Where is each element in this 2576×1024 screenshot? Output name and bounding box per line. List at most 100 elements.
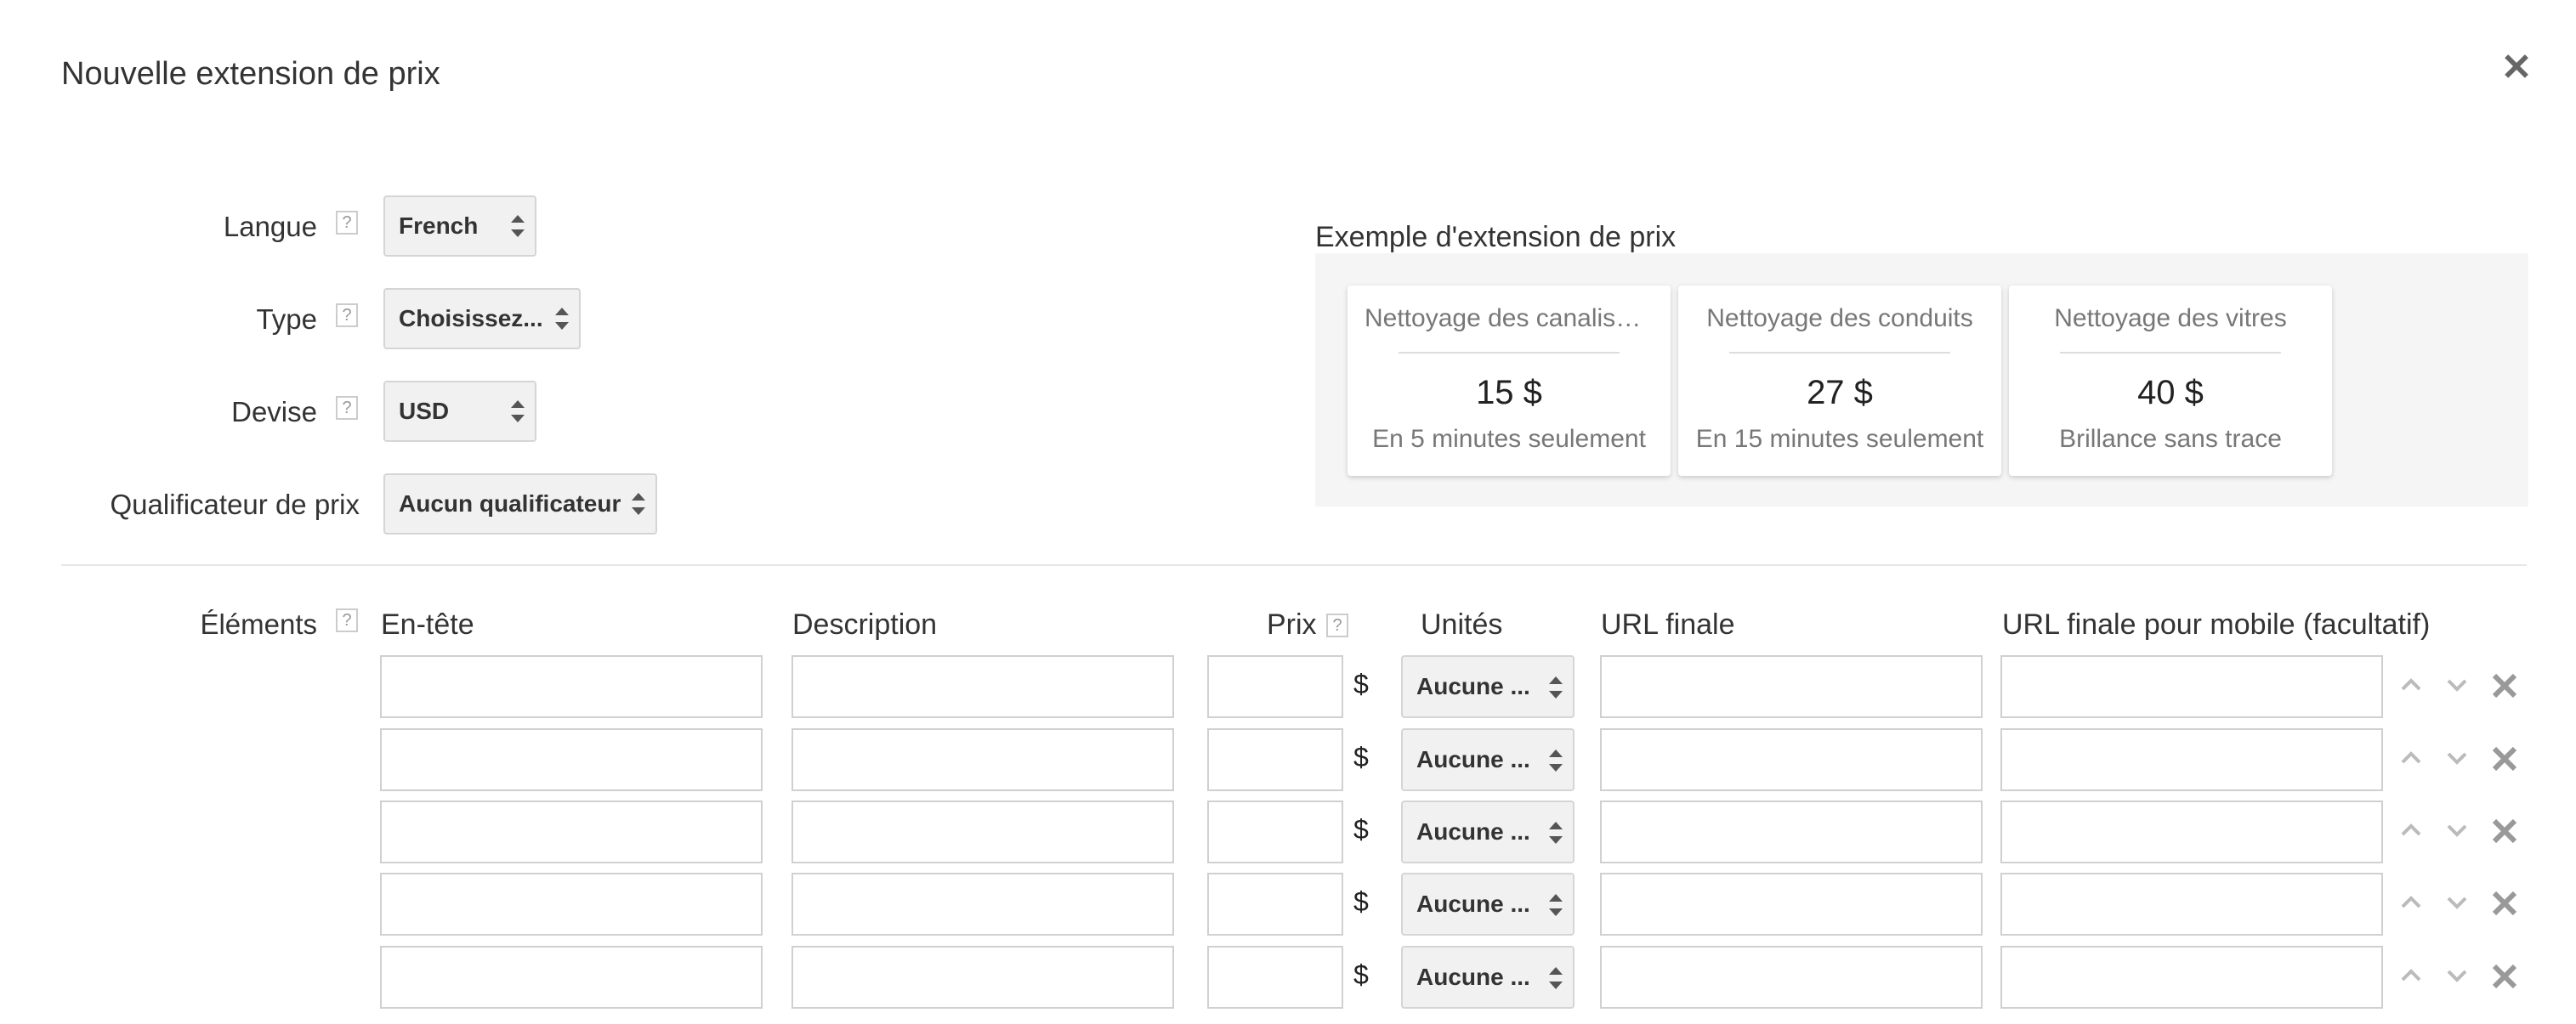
column-header-units: Unités bbox=[1421, 608, 1503, 641]
remove-icon[interactable] bbox=[2489, 958, 2520, 995]
type-select-value: Choisissez... bbox=[399, 305, 543, 331]
sort-arrows-icon bbox=[1549, 822, 1563, 844]
language-select-value: French bbox=[399, 212, 479, 239]
preview-card-price: 27 $ bbox=[1807, 374, 1873, 411]
chevron-down-icon[interactable] bbox=[2442, 667, 2472, 704]
units-select[interactable]: Aucune ... bbox=[1401, 655, 1575, 718]
header-input[interactable] bbox=[380, 655, 763, 718]
chevron-up-icon[interactable] bbox=[2396, 958, 2426, 995]
preview-card: Nettoyage des canalisations 15 $ En 5 mi… bbox=[1348, 286, 1671, 476]
units-select-value: Aucune ... bbox=[1416, 891, 1530, 917]
chevron-up-icon[interactable] bbox=[2396, 740, 2426, 778]
units-select[interactable]: Aucune ... bbox=[1401, 873, 1575, 936]
currency-select[interactable]: USD bbox=[383, 381, 536, 442]
header-input[interactable] bbox=[380, 873, 763, 936]
price-input[interactable] bbox=[1207, 873, 1343, 936]
description-input[interactable] bbox=[792, 946, 1174, 1009]
chevron-up-icon[interactable] bbox=[2396, 885, 2426, 922]
currency-select-value: USD bbox=[399, 398, 450, 424]
divider bbox=[2060, 352, 2281, 354]
price-input[interactable] bbox=[1207, 655, 1343, 718]
units-select[interactable]: Aucune ... bbox=[1401, 946, 1575, 1009]
table-row: $ Aucune ... bbox=[0, 873, 2576, 936]
mobile-url-input[interactable] bbox=[2000, 873, 2383, 936]
divider bbox=[1399, 352, 1620, 354]
language-row: Langue ? bbox=[0, 195, 383, 257]
currency-symbol: $ bbox=[1353, 814, 1369, 845]
divider bbox=[1729, 352, 1950, 354]
preview-title: Exemple d'extension de prix bbox=[1315, 221, 1677, 253]
chevron-up-icon[interactable] bbox=[2396, 667, 2426, 704]
table-row: $ Aucune ... bbox=[0, 946, 2576, 1009]
mobile-url-input[interactable] bbox=[2000, 728, 2383, 791]
table-row: $ Aucune ... bbox=[0, 728, 2576, 791]
qualifier-select-value: Aucun qualificateur bbox=[399, 490, 621, 517]
price-input[interactable] bbox=[1207, 728, 1343, 791]
sort-arrows-icon bbox=[511, 215, 525, 237]
help-icon[interactable]: ? bbox=[336, 396, 358, 420]
language-select[interactable]: French bbox=[383, 195, 536, 257]
preview-card-header: Nettoyage des canalisations bbox=[1365, 304, 1654, 332]
type-select[interactable]: Choisissez... bbox=[383, 288, 581, 349]
table-row: $ Aucune ... bbox=[0, 655, 2576, 718]
header-input[interactable] bbox=[380, 801, 763, 863]
remove-icon[interactable] bbox=[2489, 740, 2520, 778]
type-row: Type ? bbox=[0, 288, 383, 349]
header-input[interactable] bbox=[380, 946, 763, 1009]
units-select-value: Aucune ... bbox=[1416, 673, 1530, 699]
sort-arrows-icon bbox=[1549, 894, 1563, 916]
price-extension-dialog: Nouvelle extension de prix ✕ Langue ? Fr… bbox=[0, 0, 2576, 1024]
mobile-url-input[interactable] bbox=[2000, 801, 2383, 863]
currency-symbol: $ bbox=[1353, 742, 1369, 772]
sort-arrows-icon bbox=[632, 493, 645, 515]
qualifier-select[interactable]: Aucun qualificateur bbox=[383, 473, 657, 535]
final-url-input[interactable] bbox=[1600, 801, 1983, 863]
preview-card-price: 15 $ bbox=[1476, 374, 1542, 411]
description-input[interactable] bbox=[792, 801, 1174, 863]
section-divider bbox=[61, 564, 2527, 566]
close-icon[interactable]: ✕ bbox=[2499, 49, 2533, 87]
mobile-url-input[interactable] bbox=[2000, 655, 2383, 718]
mobile-url-input[interactable] bbox=[2000, 946, 2383, 1009]
chevron-down-icon[interactable] bbox=[2442, 812, 2472, 850]
type-label: Type bbox=[256, 303, 317, 335]
header-input[interactable] bbox=[380, 728, 763, 791]
sort-arrows-icon bbox=[511, 400, 525, 422]
preview-card: Nettoyage des vitres 40 $ Brillance sans… bbox=[2009, 286, 2332, 476]
qualifier-row: Qualificateur de prix bbox=[0, 473, 383, 535]
chevron-down-icon[interactable] bbox=[2442, 740, 2472, 778]
help-icon[interactable]: ? bbox=[336, 211, 358, 235]
chevron-down-icon[interactable] bbox=[2442, 885, 2472, 922]
chevron-up-icon[interactable] bbox=[2396, 812, 2426, 850]
units-select[interactable]: Aucune ... bbox=[1401, 801, 1575, 863]
preview-card: Nettoyage des conduits 27 $ En 15 minute… bbox=[1678, 286, 2001, 476]
help-icon[interactable]: ? bbox=[336, 608, 358, 632]
items-label: Éléments bbox=[200, 608, 317, 640]
final-url-input[interactable] bbox=[1600, 655, 1983, 718]
preview-card-header: Nettoyage des vitres bbox=[2054, 304, 2287, 332]
final-url-input[interactable] bbox=[1600, 946, 1983, 1009]
final-url-input[interactable] bbox=[1600, 728, 1983, 791]
column-header-header: En-tête bbox=[381, 608, 474, 641]
currency-symbol: $ bbox=[1353, 886, 1369, 917]
sort-arrows-icon bbox=[1549, 967, 1563, 989]
remove-icon[interactable] bbox=[2489, 667, 2520, 704]
remove-icon[interactable] bbox=[2489, 885, 2520, 922]
price-input[interactable] bbox=[1207, 946, 1343, 1009]
units-select[interactable]: Aucune ... bbox=[1401, 728, 1575, 791]
remove-icon[interactable] bbox=[2489, 812, 2520, 850]
currency-row: Devise ? bbox=[0, 381, 383, 442]
description-input[interactable] bbox=[792, 655, 1174, 718]
help-icon[interactable]: ? bbox=[1326, 614, 1348, 637]
units-select-value: Aucune ... bbox=[1416, 964, 1530, 990]
preview-card-price: 40 $ bbox=[2137, 374, 2204, 411]
final-url-input[interactable] bbox=[1600, 873, 1983, 936]
chevron-down-icon[interactable] bbox=[2442, 958, 2472, 995]
price-input[interactable] bbox=[1207, 801, 1343, 863]
preview-panel: Nettoyage des canalisations 15 $ En 5 mi… bbox=[1315, 253, 2528, 506]
description-input[interactable] bbox=[792, 728, 1174, 791]
help-icon[interactable]: ? bbox=[336, 303, 358, 327]
sort-arrows-icon bbox=[555, 308, 569, 330]
units-select-value: Aucune ... bbox=[1416, 818, 1530, 845]
description-input[interactable] bbox=[792, 873, 1174, 936]
